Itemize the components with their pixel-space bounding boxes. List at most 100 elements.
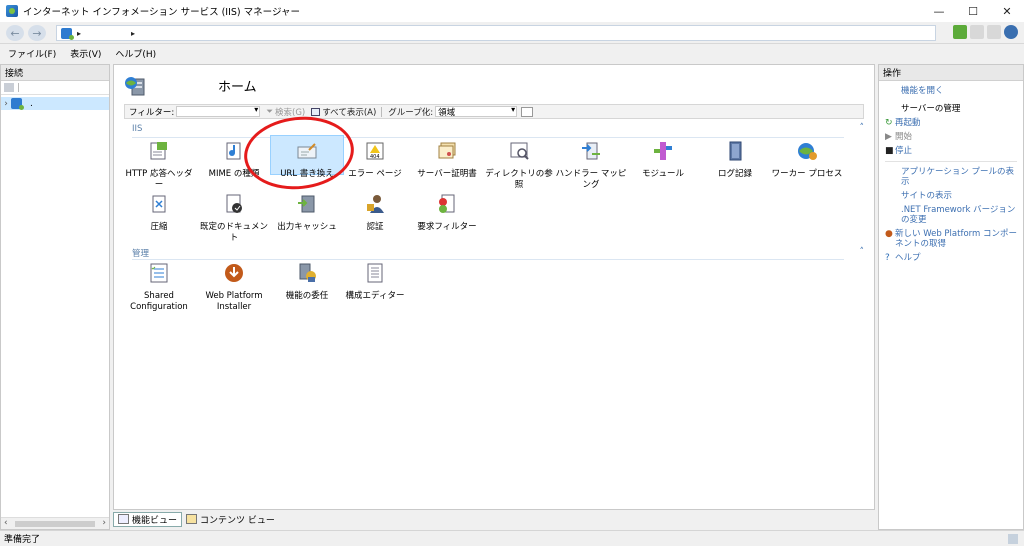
view-tabs: 機能ビュー コンテンツ ビュー bbox=[113, 511, 279, 527]
actions-header: 操作 bbox=[879, 65, 1023, 81]
feature-directory-browsing[interactable]: ディレクトリの参照 bbox=[482, 140, 556, 191]
feature-configuration-editor[interactable]: 構成エディター bbox=[338, 262, 412, 302]
group-by-select[interactable]: 領域 bbox=[435, 105, 518, 118]
action-open-feature[interactable]: 機能を開く bbox=[879, 84, 1023, 98]
action-view-sites[interactable]: サイトの表示 bbox=[879, 189, 1023, 203]
tree-node-server[interactable]: › . bbox=[1, 97, 109, 110]
minimize-button[interactable]: — bbox=[922, 0, 956, 22]
logging-icon bbox=[729, 141, 742, 161]
feature-logging[interactable]: ログ記録 bbox=[698, 140, 772, 180]
scroll-right-icon[interactable]: › bbox=[102, 518, 106, 528]
show-all-button[interactable]: すべて表示(A) bbox=[311, 106, 376, 118]
filter-input[interactable] bbox=[176, 105, 261, 117]
scroll-thumb[interactable] bbox=[15, 521, 95, 527]
maximize-button[interactable]: ☐ bbox=[956, 0, 990, 22]
view-mode-icon[interactable] bbox=[521, 106, 534, 117]
feature-default-document[interactable]: 既定のドキュメント bbox=[197, 193, 271, 244]
feature-label: サーバー証明書 bbox=[417, 169, 477, 179]
feature-http-headers[interactable]: HTTP 応答ヘッダー bbox=[122, 140, 196, 191]
feature-authentication[interactable]: 認証 bbox=[338, 193, 412, 233]
feature-server-certificates[interactable]: サーバー証明書 bbox=[410, 140, 484, 180]
menu-view[interactable]: 表示(V) bbox=[70, 47, 101, 60]
feature-request-filtering[interactable]: 要求フィルター bbox=[410, 193, 484, 233]
action-change-framework[interactable]: .NET Framework バージョンの変更 bbox=[879, 203, 1023, 227]
tab-features-view[interactable]: 機能ビュー bbox=[113, 511, 183, 527]
feature-label: Web Platform Installer bbox=[205, 291, 263, 312]
status-icon bbox=[1008, 534, 1018, 544]
horizontal-scrollbar[interactable]: ‹ › bbox=[1, 517, 109, 529]
feature-label: 圧縮 bbox=[150, 222, 168, 232]
section-label-management: 管理 bbox=[132, 249, 150, 259]
scroll-left-icon[interactable]: ‹ bbox=[4, 518, 8, 528]
breadcrumb-separator-2[interactable]: ▸ bbox=[131, 29, 135, 38]
shared-configuration-icon bbox=[150, 263, 168, 283]
address-field[interactable]: ▸ ▸ bbox=[56, 25, 936, 41]
back-button[interactable]: ← bbox=[6, 25, 24, 41]
feature-label: ディレクトリの参照 bbox=[485, 169, 553, 190]
restart-icon: ↻ bbox=[885, 118, 893, 128]
status-text: 準備完了 bbox=[4, 535, 41, 545]
feature-label: HTTP 応答ヘッダー bbox=[125, 169, 193, 190]
stop-nav-icon[interactable] bbox=[970, 25, 984, 39]
action-restart[interactable]: ↻ 再起動 bbox=[879, 116, 1023, 130]
feature-label: 要求フィルター bbox=[417, 222, 477, 232]
feature-label: 構成エディター bbox=[345, 291, 405, 301]
action-label: アプリケーション プールの表示 bbox=[901, 167, 1015, 187]
action-label: 開始 bbox=[895, 132, 913, 142]
menu-file[interactable]: ファイル(F) bbox=[8, 47, 56, 60]
feature-shared-configuration[interactable]: Shared Configuration bbox=[122, 262, 196, 313]
action-view-app-pools[interactable]: アプリケーション プールの表示 bbox=[879, 165, 1023, 189]
error-pages-icon: 404 bbox=[366, 142, 384, 160]
features-pane: ホーム フィルター: ⏷ 検索(G) すべて表示(A) グループ化: 領域 II… bbox=[113, 64, 875, 510]
feature-output-caching[interactable]: 出力キャッシュ bbox=[270, 193, 344, 233]
page-title: ホーム bbox=[218, 80, 257, 95]
tree-node-label: . bbox=[30, 98, 33, 109]
feature-label: 出力キャッシュ bbox=[277, 222, 337, 232]
feature-label: 既定のドキュメント bbox=[199, 222, 268, 243]
mime-types-icon bbox=[226, 142, 241, 160]
toolbar-divider bbox=[18, 83, 19, 92]
svg-text:404: 404 bbox=[370, 154, 380, 160]
tab-content-view[interactable]: コンテンツ ビュー bbox=[182, 512, 279, 527]
expand-arrow-icon[interactable]: › bbox=[1, 99, 11, 109]
show-all-icon bbox=[311, 107, 321, 116]
authentication-icon bbox=[367, 195, 384, 213]
connect-icon[interactable] bbox=[4, 83, 14, 92]
feature-delegation[interactable]: 機能の委任 bbox=[270, 262, 344, 302]
forward-button[interactable]: → bbox=[28, 25, 46, 41]
close-button[interactable]: ✕ bbox=[990, 0, 1024, 22]
tab-label: 機能ビュー bbox=[132, 515, 178, 526]
feature-label: エラー ページ bbox=[348, 169, 402, 179]
collapse-iis-icon[interactable]: ˄ bbox=[860, 123, 865, 133]
help-icon: ? bbox=[885, 253, 890, 263]
section-divider bbox=[132, 137, 844, 138]
filter-bar: フィルター: ⏷ 検索(G) すべて表示(A) グループ化: 領域 bbox=[124, 104, 864, 119]
collapse-management-icon[interactable]: ˄ bbox=[860, 247, 865, 257]
feature-handler-mappings[interactable]: ハンドラー マッピング bbox=[554, 140, 628, 191]
help-icon[interactable] bbox=[1004, 25, 1018, 39]
server-icon bbox=[11, 98, 24, 110]
go-icon[interactable] bbox=[953, 25, 967, 39]
output-caching-icon bbox=[298, 195, 315, 213]
action-label: .NET Framework バージョンの変更 bbox=[901, 205, 1016, 225]
menu-help[interactable]: ヘルプ(H) bbox=[115, 47, 156, 60]
breadcrumb-separator[interactable]: ▸ bbox=[77, 29, 81, 38]
home-nav-icon[interactable] bbox=[987, 25, 1001, 39]
action-stop[interactable]: ■ 停止 bbox=[879, 144, 1023, 158]
action-help[interactable]: ? ヘルプ bbox=[879, 251, 1023, 265]
feature-worker-processes[interactable]: ワーカー プロセス bbox=[770, 140, 844, 180]
actions-pane: 操作 機能を開く サーバーの管理 ↻ 再起動 ▶ 開始 ■ 停止 アプリケーショ… bbox=[878, 64, 1024, 530]
status-bar: 準備完了 bbox=[0, 530, 1024, 546]
directory-browsing-icon bbox=[510, 142, 529, 160]
modules-icon bbox=[654, 142, 672, 160]
feature-label: ワーカー プロセス bbox=[771, 169, 843, 179]
feature-compression[interactable]: 圧縮 bbox=[122, 193, 196, 233]
feature-label: Shared Configuration bbox=[130, 291, 188, 312]
action-start[interactable]: ▶ 開始 bbox=[879, 130, 1023, 144]
feature-modules[interactable]: モジュール bbox=[626, 140, 700, 180]
feature-web-platform-installer[interactable]: Web Platform Installer bbox=[197, 262, 271, 313]
features-view-icon bbox=[118, 514, 129, 524]
search-button[interactable]: ⏷ 検索(G) bbox=[266, 106, 305, 118]
filter-label: フィルター: bbox=[129, 107, 175, 118]
action-get-components[interactable]: ● 新しい Web Platform コンポーネントの取得 bbox=[879, 227, 1023, 251]
